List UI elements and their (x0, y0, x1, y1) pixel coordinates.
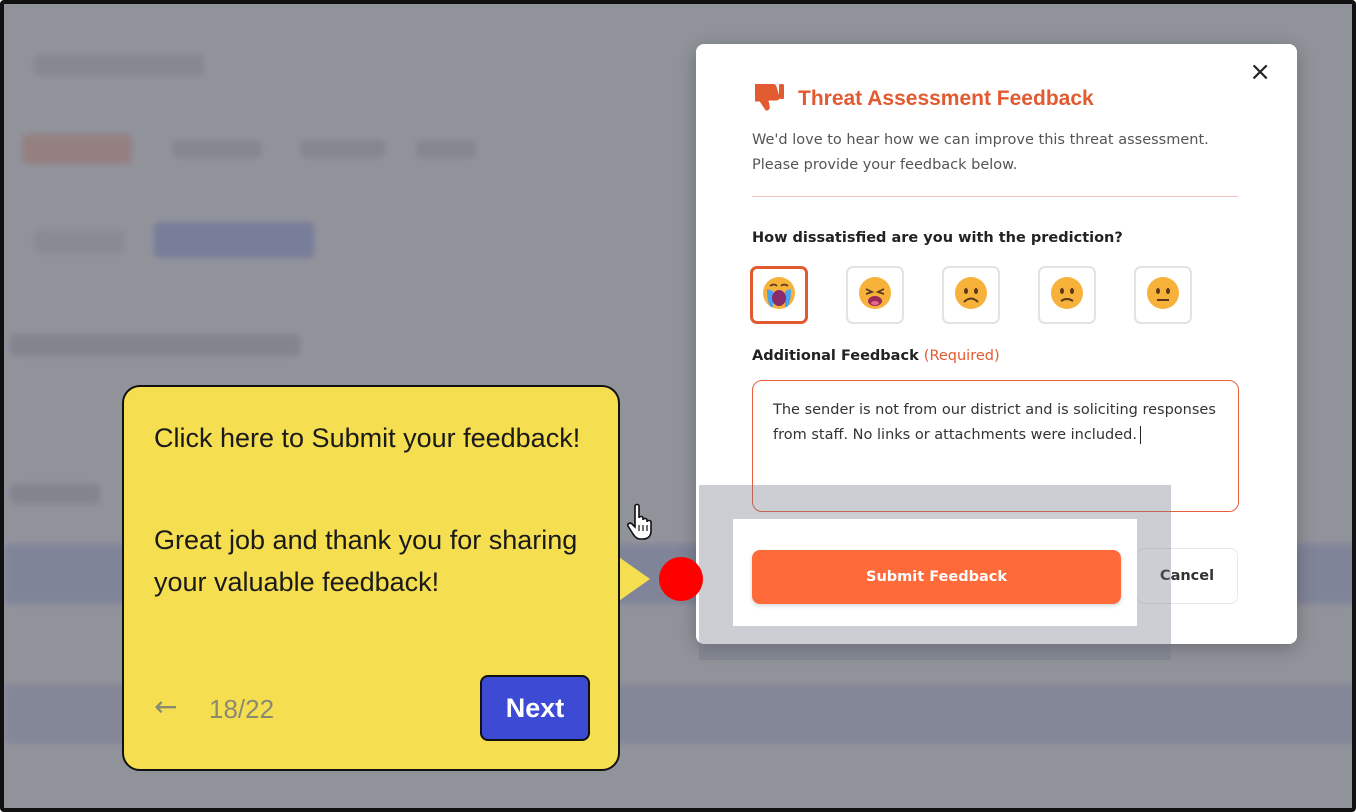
screen-frame: × Threat Assessment Feedback We'd love t… (0, 0, 1356, 812)
modal-description: We'd love to hear how we can improve thi… (752, 132, 1209, 173)
click-target-marker (659, 557, 703, 601)
tooltip-pointer (616, 555, 650, 603)
feedback-label: Additional Feedback (Required) (752, 348, 1000, 364)
neutral-face-icon (1145, 275, 1181, 315)
tooltip-instruction: Click here to Submit your feedback! (154, 423, 581, 453)
hand-cursor-icon (627, 503, 655, 545)
thumbs-down-icon (752, 82, 786, 116)
rating-neutral-face[interactable] (1134, 266, 1192, 324)
rating-question: How dissatisfied are you with the predic… (752, 230, 1123, 246)
tooltip-message: Great job and thank you for sharing your… (154, 525, 578, 597)
rating-weary-face[interactable] (846, 266, 904, 324)
rating-crying-face[interactable] (750, 266, 808, 324)
modal-header: Threat Assessment Feedback (752, 82, 1094, 116)
rating-frowning-face[interactable] (942, 266, 1000, 324)
close-button[interactable]: × (1249, 59, 1271, 85)
next-button[interactable]: Next (480, 675, 590, 741)
submit-feedback-button[interactable]: Submit Feedback (752, 550, 1121, 604)
text-caret (1139, 426, 1142, 444)
required-indicator: (Required) (923, 348, 1000, 364)
crying-face-icon (761, 275, 797, 315)
step-counter: 18/22 (209, 694, 275, 724)
back-arrow-icon[interactable]: ← (154, 687, 177, 727)
modal-title: Threat Assessment Feedback (798, 87, 1094, 110)
divider (752, 196, 1238, 197)
feedback-text: The sender is not from our district and … (773, 402, 1216, 443)
frowning-face-icon (953, 275, 989, 315)
weary-face-icon (857, 275, 893, 315)
rating-options (750, 266, 1192, 324)
rating-slightly-frowning-face[interactable] (1038, 266, 1096, 324)
slightly-frowning-face-icon (1049, 275, 1085, 315)
feedback-label-text: Additional Feedback (752, 348, 919, 364)
tutorial-tooltip: Click here to Submit your feedback! Grea… (122, 385, 620, 771)
